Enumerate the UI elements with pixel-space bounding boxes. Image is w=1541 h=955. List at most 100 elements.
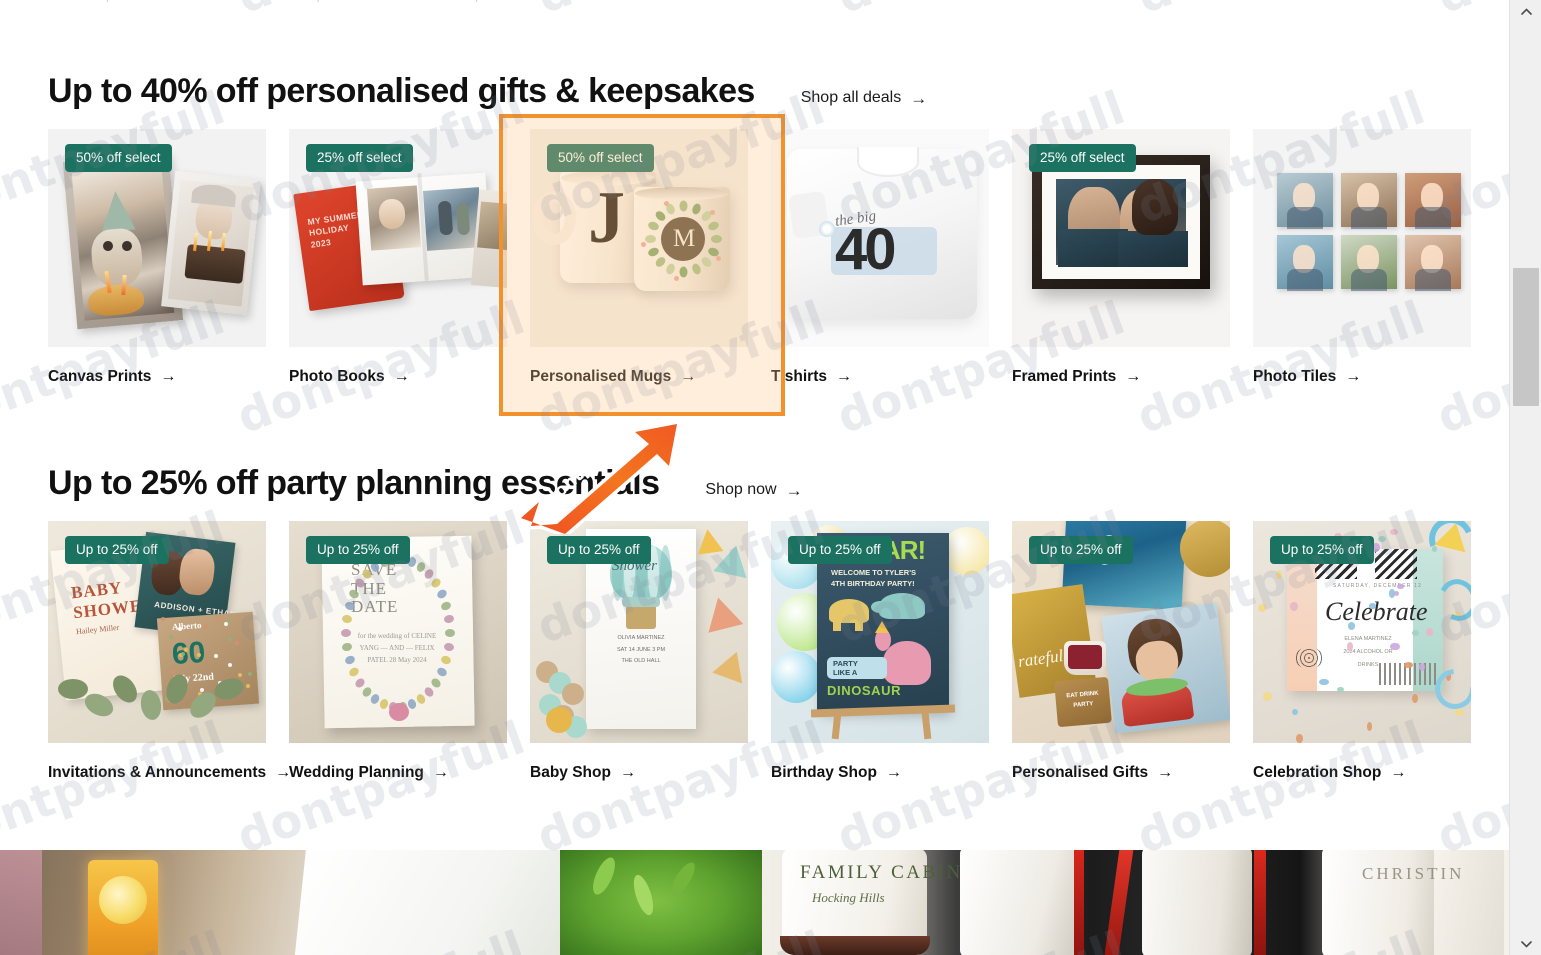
product-card-label-text: Invitations & Announcements	[48, 764, 266, 782]
product-card-label-text: Personalised Gifts	[1012, 764, 1148, 782]
product-card-label-text: Canvas Prints	[48, 368, 151, 386]
scroll-down-button[interactable]	[1510, 933, 1541, 955]
discount-badge: Up to 25% off	[306, 536, 410, 564]
watermark-text: dontpayfull	[0, 0, 232, 24]
product-thumbnail[interactable]: rateful EAT DRINK PARTY Up to 25% off	[1012, 521, 1230, 743]
product-card-label[interactable]: Birthday Shop →	[771, 764, 989, 782]
product-card-label-text: Framed Prints	[1012, 368, 1116, 386]
watermark-text: dontpayfull	[1430, 0, 1509, 24]
product-card-label[interactable]: Photo Books →	[289, 368, 507, 386]
product-card-label-text: Celebration Shop	[1253, 764, 1381, 782]
panel-caption-line2: Hocking Hills	[812, 890, 885, 906]
watermark-text: dontpayfull	[830, 0, 1132, 24]
arrow-right-icon: →	[1390, 764, 1406, 782]
arrow-right-icon: →	[1345, 368, 1361, 386]
cut-off-text-top: · / | · · / | · · | · ·	[0, 0, 1509, 3]
arrow-right-icon: →	[1125, 368, 1141, 386]
product-card-label-text: Photo Books	[289, 368, 385, 386]
product-card-label-text: Photo Tiles	[1253, 368, 1336, 386]
product-card-label[interactable]: Wedding Planning →	[289, 764, 507, 782]
arrow-right-icon: →	[394, 368, 410, 386]
watermark-text: dontpayfull	[230, 0, 532, 24]
discount-badge: Up to 25% off	[65, 536, 169, 564]
product-card[interactable]: Celebrate SATURDAY, DECEMBER 12 ELENA MART…	[1253, 521, 1471, 782]
arrow-right-icon: →	[1157, 764, 1173, 782]
page-title-party: Up to 25% off party planning essentials	[48, 466, 659, 500]
product-card-label[interactable]: Invitations & Announcements →	[48, 764, 266, 782]
product-card-label-text: Birthday Shop	[771, 764, 877, 782]
watermark-text: dontpayfull	[530, 0, 832, 24]
scrollbar-thumb[interactable]	[1513, 268, 1539, 406]
product-card[interactable]: ROAR!WELCOME TO TYLER'S 4TH BIRTHDAY PAR…	[771, 521, 989, 782]
product-card-label-text: Baby Shop	[530, 764, 611, 782]
product-card-label[interactable]: Celebration Shop →	[1253, 764, 1471, 782]
arrow-right-icon: →	[433, 764, 449, 782]
product-card-row-party: BABY SHOWER Hailey Miller ADDISON + ETHAN A…	[48, 521, 1471, 782]
product-card[interactable]: Baby ShowerOLIVIA MARTINEZ SAT 14 JUNE 3…	[530, 521, 748, 782]
bottom-panel-left[interactable]	[0, 850, 762, 955]
arrow-right-icon: →	[910, 90, 927, 107]
discount-badge: Up to 25% off	[1270, 536, 1374, 564]
product-thumbnail[interactable]: 50% off select	[48, 129, 266, 347]
product-card-row-gifts: 50% off select Canvas Prints → MY SUMMER HO…	[48, 129, 1471, 386]
arrow-right-icon: →	[886, 764, 902, 782]
product-card-label-text: T shirts	[771, 368, 827, 386]
product-card-label[interactable]: Framed Prints →	[1012, 368, 1230, 386]
product-thumbnail[interactable]: 25% off select	[1012, 129, 1230, 347]
bottom-image-strip: FAMILY CABIN Hocking Hills CHRISTIN	[0, 850, 1509, 955]
product-card-label-text: Personalised Mugs	[530, 368, 671, 386]
screenshot-root: · / | · · / | · · | · · Up to 40% off pe…	[0, 0, 1541, 955]
discount-badge: 50% off select	[547, 144, 654, 172]
panel-caption-right: CHRISTIN	[1362, 864, 1464, 884]
discount-badge: Up to 25% off	[547, 536, 651, 564]
product-card[interactable]: the big 40 T shirts →	[771, 129, 989, 386]
product-card[interactable]: SAVE THE DATEfor the wedding of CELINE Y…	[289, 521, 507, 782]
discount-badge: Up to 25% off	[788, 536, 892, 564]
section-heading-party: Up to 25% off party planning essentials …	[48, 466, 803, 500]
discount-badge: 50% off select	[65, 144, 172, 172]
product-card[interactable]: MY SUMMER HOLIDAY 2023 25% off select Phot…	[289, 129, 507, 386]
product-card-label[interactable]: Baby Shop →	[530, 764, 748, 782]
product-thumbnail[interactable]: BABY SHOWER Hailey Miller ADDISON + ETHAN A…	[48, 521, 266, 743]
chevron-up-icon	[1521, 8, 1532, 15]
arrow-right-icon: →	[160, 368, 176, 386]
product-card-label-text: Wedding Planning	[289, 764, 424, 782]
page-title-gifts: Up to 40% off personalised gifts & keeps…	[48, 74, 755, 108]
product-card[interactable]: Photo Tiles →	[1253, 129, 1471, 386]
section-heading-gifts: Up to 40% off personalised gifts & keeps…	[48, 74, 927, 108]
product-card[interactable]: 25% off select Framed Prints →	[1012, 129, 1230, 386]
product-thumbnail[interactable]: MY SUMMER HOLIDAY 2023 25% off select	[289, 129, 507, 347]
product-thumbnail[interactable]: Celebrate SATURDAY, DECEMBER 12 ELENA MART…	[1253, 521, 1471, 743]
product-card[interactable]: rateful EAT DRINK PARTY Up to 25% off Perso…	[1012, 521, 1230, 782]
product-card-label[interactable]: Personalised Mugs →	[530, 368, 748, 386]
product-card-label[interactable]: Photo Tiles →	[1253, 368, 1471, 386]
shop-now-label: Shop now	[705, 481, 776, 499]
watermark-text: dontpayfull	[1130, 0, 1432, 24]
product-card[interactable]: BABY SHOWER Hailey Miller ADDISON + ETHAN A…	[48, 521, 266, 782]
product-card-label[interactable]: Canvas Prints →	[48, 368, 266, 386]
product-card[interactable]: J M 50% off select Personalised Mugs →	[530, 129, 748, 386]
panel-caption-line1: FAMILY CABIN	[800, 862, 963, 884]
product-thumbnail[interactable]: SAVE THE DATEfor the wedding of CELINE Y…	[289, 521, 507, 743]
bottom-panel-right[interactable]: FAMILY CABIN Hocking Hills CHRISTIN	[762, 850, 1509, 955]
chevron-down-icon	[1521, 941, 1532, 948]
arrow-right-icon: →	[620, 764, 636, 782]
discount-badge: 25% off select	[1029, 144, 1136, 172]
shop-all-deals-link[interactable]: Shop all deals →	[801, 89, 928, 107]
product-thumbnail[interactable]	[1253, 129, 1471, 347]
shop-now-link[interactable]: Shop now →	[705, 481, 802, 499]
discount-badge: 25% off select	[306, 144, 413, 172]
discount-badge: Up to 25% off	[1029, 536, 1133, 564]
product-card[interactable]: 50% off select Canvas Prints →	[48, 129, 266, 386]
vertical-scrollbar[interactable]	[1509, 0, 1541, 955]
product-card-label[interactable]: Personalised Gifts →	[1012, 764, 1230, 782]
scroll-up-button[interactable]	[1510, 0, 1541, 22]
arrow-right-icon: →	[836, 368, 852, 386]
product-thumbnail[interactable]: ROAR!WELCOME TO TYLER'S 4TH BIRTHDAY PAR…	[771, 521, 989, 743]
product-thumbnail[interactable]: J M 50% off select	[530, 129, 748, 347]
page-viewport[interactable]: · / | · · / | · · | · · Up to 40% off pe…	[0, 0, 1509, 955]
product-thumbnail[interactable]: Baby ShowerOLIVIA MARTINEZ SAT 14 JUNE 3…	[530, 521, 748, 743]
product-card-label[interactable]: T shirts →	[771, 368, 989, 386]
product-thumbnail[interactable]: the big 40	[771, 129, 989, 347]
arrow-right-icon: →	[786, 482, 803, 499]
